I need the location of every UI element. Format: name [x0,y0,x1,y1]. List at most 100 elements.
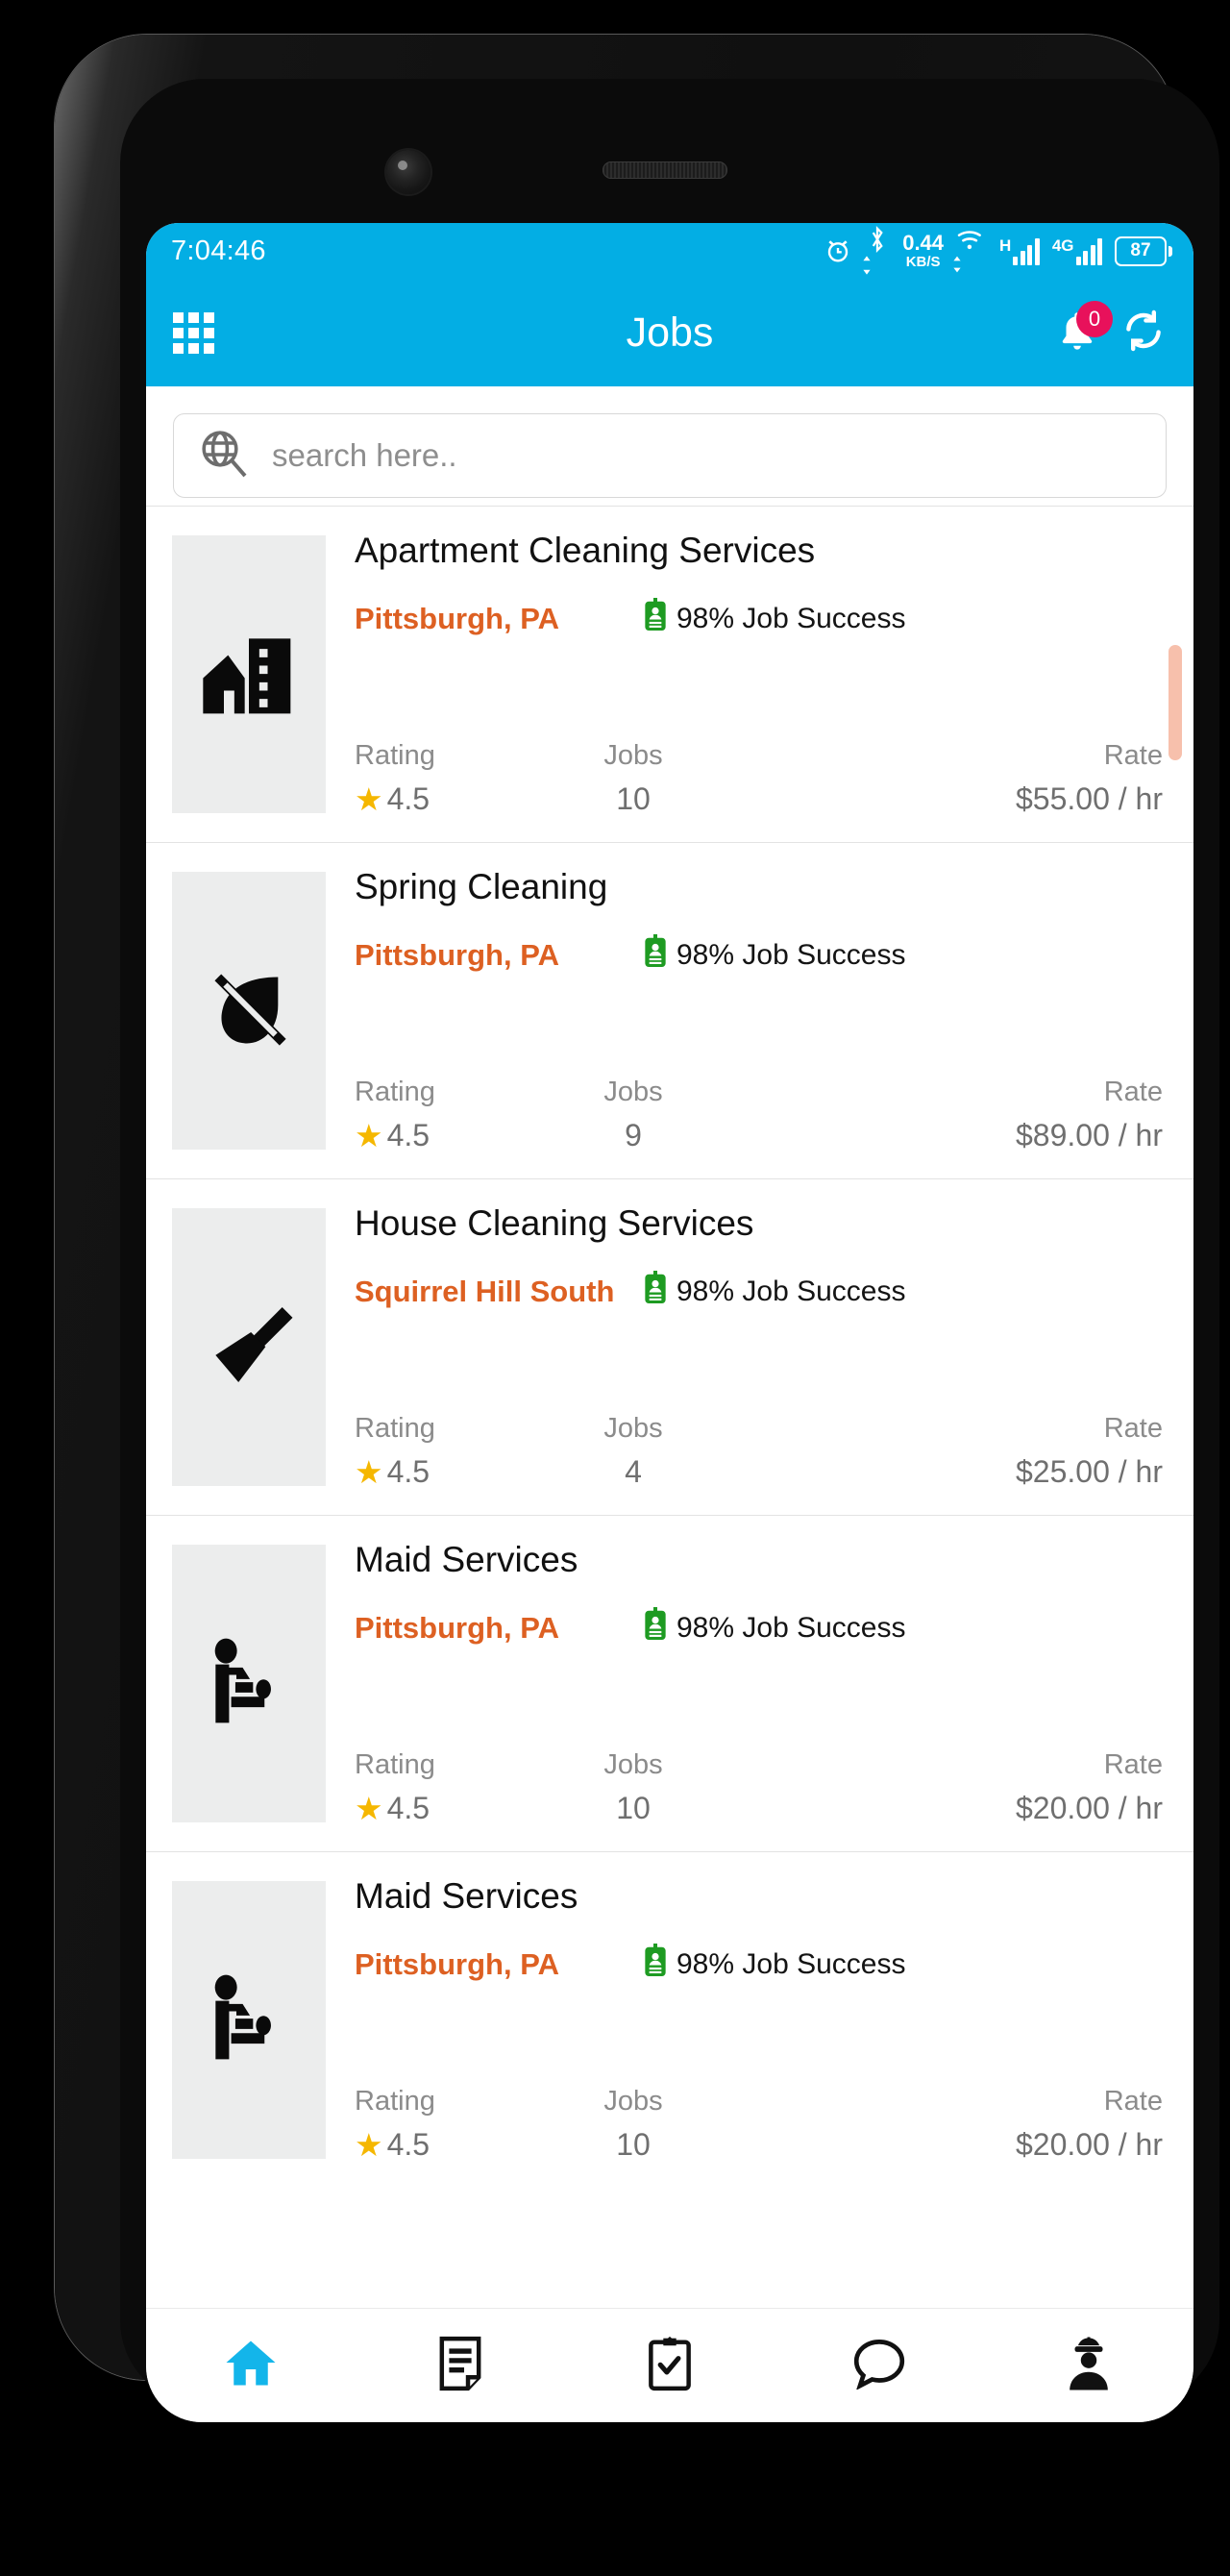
clipboard-check-icon [645,2336,695,2396]
job-details: Spring Cleaning Pittsburgh, PA 98% Job S… [326,843,1193,1178]
table-row[interactable]: House Cleaning Services Squirrel Hill So… [146,1178,1193,1515]
status-bar: 7:04:46 0.44 KB/S H 4G 87 [146,223,1193,279]
stat-jobs-label: Jobs [603,740,663,771]
bluetooth-icon [863,225,890,277]
job-meta: Pittsburgh, PA 98% Job Success [355,597,1168,640]
stat-rating: Rating ★ 4.5 [355,1077,518,1153]
stat-rating-value: 4.5 [386,781,430,816]
stat-jobs-label: Jobs [603,1413,663,1444]
table-row[interactable]: Spring Cleaning Pittsburgh, PA 98% Job S… [146,842,1193,1178]
stat-rate: Rate $55.00 / hr [749,740,1168,817]
grid-menu-icon[interactable] [173,311,214,354]
search-section: search here.. [146,386,1193,506]
stat-rate: Rate $25.00 / hr [749,1413,1168,1490]
bottom-navigation-bar [146,2308,1193,2422]
job-success-label: 98% Job Success [676,1611,906,1644]
scrollbar-indicator[interactable] [1168,645,1182,760]
status-bar-icons: 0.44 KB/S H 4G 87 [824,225,1172,277]
stat-jobs-label: Jobs [603,1749,663,1780]
stat-jobs-value: 4 [625,1454,642,1489]
star-icon: ★ [355,1118,383,1153]
green-id-badge-icon [643,933,668,977]
network-speed-unit: KB/S [905,254,941,270]
stat-rating-label: Rating [355,1749,435,1780]
app-bar-actions: 0 [1055,301,1167,359]
stat-rate-label: Rate [1103,1077,1163,1107]
battery-level-label: 87 [1115,235,1167,266]
stat-jobs: Jobs 10 [518,740,749,817]
apartment-building-icon [199,622,299,727]
nav-item-home[interactable] [198,2317,304,2414]
job-success-rate: 98% Job Success [643,1606,906,1649]
stat-rating-label: Rating [355,1077,435,1107]
job-title: Maid Services [355,1540,578,1579]
nav-item-tasks[interactable] [617,2317,723,2414]
alarm-clock-icon [824,236,852,265]
job-location: Pittsburgh, PA [355,1610,559,1645]
network-speed-indicator: 0.44 KB/S [902,231,945,270]
stat-jobs: Jobs 4 [518,1413,749,1490]
star-icon: ★ [355,1454,383,1490]
stat-jobs-label: Jobs [603,1077,663,1107]
job-success-label: 98% Job Success [676,602,906,634]
phone-device-frame: 7:04:46 0.44 KB/S H 4G 87 Jobs 0 search … [55,35,1219,2422]
nav-item-profile[interactable] [1036,2317,1142,2414]
job-success-rate: 98% Job Success [643,1270,905,1313]
job-thumbnail [172,1208,326,1486]
nav-item-documents[interactable] [407,2317,513,2414]
home-icon [222,2335,280,2397]
page-title: Jobs [626,309,714,356]
stat-rate-value: $20.00 / hr [1016,2127,1163,2162]
job-success-rate: 98% Job Success [643,597,906,640]
job-details: Maid Services Pittsburgh, PA 98% Job Suc… [326,1852,1193,2188]
job-details: Maid Services Pittsburgh, PA 98% Job Suc… [326,1516,1193,1851]
job-stats: Rating ★ 4.5 Jobs 4 Rate $25.00 / hr [355,1413,1168,1515]
job-meta: Pittsburgh, PA 98% Job Success [355,1943,1168,1986]
document-notes-icon [434,2336,486,2396]
nav-item-chat[interactable] [826,2317,932,2414]
refresh-icon[interactable] [1120,308,1167,359]
network-speed-value: 0.44 [902,231,945,255]
stat-rating-value: 4.5 [386,1791,430,1825]
stat-rating-label: Rating [355,740,435,771]
star-icon: ★ [355,1791,383,1826]
stat-rating-value: 4.5 [386,1454,430,1489]
green-id-badge-icon [643,1606,668,1649]
search-input[interactable]: search here.. [173,413,1167,498]
wifi-icon [953,226,987,276]
table-row[interactable]: Apartment Cleaning Services Pittsburgh, … [146,506,1193,842]
job-thumbnail [172,1545,326,1822]
baby-changing-icon [199,1968,299,2072]
stat-jobs: Jobs 10 [518,2086,749,2163]
signal-bars-h [1013,237,1040,265]
stat-rating: Rating ★ 4.5 [355,740,518,817]
stat-rating-value-wrap: ★ 4.5 [355,781,518,817]
notification-bell-button[interactable]: 0 [1055,301,1113,357]
job-location: Squirrel Hill South [355,1274,615,1308]
chat-bubble-icon [852,2338,906,2394]
job-success-rate: 98% Job Success [643,1943,905,1986]
stat-jobs-value: 10 [616,2127,651,2162]
job-thumbnail [172,1881,326,2159]
notification-count-badge: 0 [1076,301,1113,337]
table-row[interactable]: Maid Services Pittsburgh, PA 98% Job Suc… [146,1515,1193,1851]
stat-rate-label: Rate [1103,740,1163,771]
job-stats: Rating ★ 4.5 Jobs 10 R [355,2086,1168,2188]
baby-changing-icon [199,1631,299,1736]
stat-rate-label: Rate [1103,2086,1163,2117]
stat-rating: Rating ★ 4.5 [355,1749,518,1826]
stat-rate-value: $25.00 / hr [1016,1454,1163,1489]
stat-rate: Rate $20.00 / hr [749,2086,1168,2163]
table-row[interactable]: Maid Services Pittsburgh, PA 98% Job Suc… [146,1851,1193,2188]
green-id-badge-icon [643,1270,668,1313]
job-success-rate: 98% Job Success [643,933,905,977]
green-id-badge-icon [643,597,668,640]
job-thumbnail [172,872,326,1150]
stat-jobs: Jobs 9 [518,1077,749,1153]
stat-rating-value: 4.5 [386,1118,430,1152]
stat-jobs: Jobs 10 [518,1749,749,1826]
star-icon: ★ [355,2127,383,2163]
jobs-list: Apartment Cleaning Services Pittsburgh, … [146,506,1193,2188]
star-icon: ★ [355,781,383,817]
stat-rating-label: Rating [355,1413,435,1444]
